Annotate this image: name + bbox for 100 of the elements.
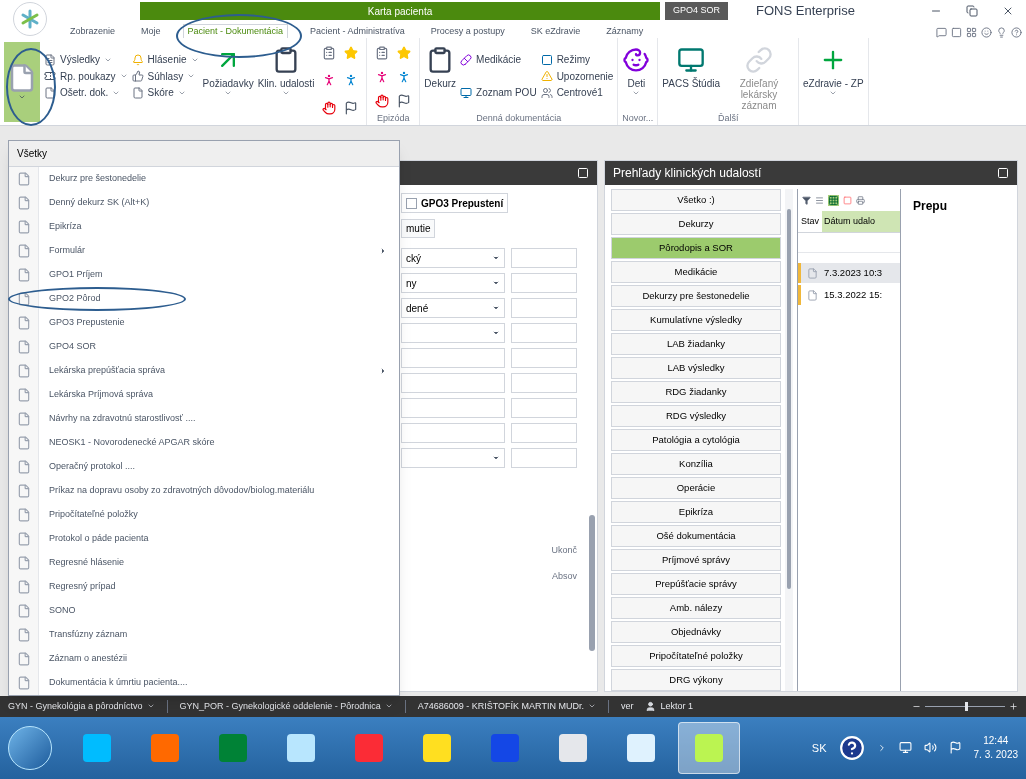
language-indicator[interactable]: SK bbox=[811, 739, 827, 756]
input-field[interactable] bbox=[511, 448, 577, 468]
ribbon-button[interactable]: Rp. poukazy bbox=[44, 68, 128, 84]
ribbon-button[interactable]: Požiadavky bbox=[202, 42, 254, 122]
checkbox[interactable] bbox=[406, 197, 417, 209]
category-button[interactable]: Kumulatívne výsledky bbox=[611, 309, 781, 331]
menu-item[interactable]: Formulár bbox=[9, 239, 399, 263]
menu-item[interactable]: Lekárska Príjmová správa bbox=[9, 383, 399, 407]
window-icon[interactable] bbox=[951, 27, 962, 38]
ribbon-tab[interactable]: Procesy a postupy bbox=[426, 24, 509, 38]
column-header[interactable]: Stav bbox=[798, 214, 822, 229]
menu-item[interactable]: Regresný prípad bbox=[9, 575, 399, 599]
slider-thumb[interactable] bbox=[965, 701, 968, 711]
network-icon[interactable] bbox=[898, 741, 912, 755]
menu-item[interactable]: Lekárska prepúšťacia správa bbox=[9, 359, 399, 383]
menu-item[interactable]: SONO bbox=[9, 599, 399, 623]
ribbon-tab[interactable]: Moje bbox=[137, 24, 165, 38]
restore-icon[interactable] bbox=[966, 5, 978, 17]
input-field[interactable] bbox=[511, 248, 577, 268]
table-row[interactable]: 7.3.2023 10:3 bbox=[798, 263, 900, 283]
user-label[interactable]: Lektor 1 bbox=[645, 699, 693, 713]
ribbon-button[interactable]: Výsledky bbox=[44, 52, 128, 67]
input-field[interactable] bbox=[401, 423, 505, 443]
flag-icon[interactable] bbox=[948, 741, 962, 755]
status-item[interactable]: GYN - Gynekológia a pôrodníctvo bbox=[8, 699, 168, 713]
category-button[interactable]: RDG žiadanky bbox=[611, 381, 781, 403]
category-button[interactable]: Dekurzy pre šestonedelie bbox=[611, 285, 781, 307]
form-button[interactable]: mutie bbox=[401, 219, 436, 238]
input-field[interactable] bbox=[511, 273, 577, 293]
menu-item[interactable]: Denný dekurz SK (Alt+K) bbox=[9, 191, 399, 215]
dropdown-field[interactable]: cký bbox=[401, 248, 505, 268]
scrollbar[interactable] bbox=[787, 209, 791, 589]
document-tab[interactable]: GPO4 SOR bbox=[665, 2, 728, 20]
input-field[interactable] bbox=[511, 348, 577, 368]
smiley-icon[interactable] bbox=[981, 27, 992, 38]
menu-item[interactable]: Epikríza bbox=[9, 215, 399, 239]
category-button[interactable]: Amb. nálezy bbox=[611, 597, 781, 619]
ribbon-button[interactable]: Klin. udalosti bbox=[257, 42, 315, 122]
input-field[interactable] bbox=[401, 373, 505, 393]
menu-item[interactable]: GPO2 Pôrod bbox=[9, 287, 399, 311]
category-button[interactable]: Operácie bbox=[611, 477, 781, 499]
ribbon-button[interactable]: PACS Štúdia bbox=[662, 42, 720, 112]
volume-icon[interactable] bbox=[923, 741, 937, 755]
ribbon-button[interactable]: Skóre bbox=[131, 85, 199, 100]
input-field[interactable] bbox=[511, 298, 577, 318]
ribbon-button[interactable]: Hlásenie bbox=[131, 52, 199, 67]
input-field[interactable] bbox=[511, 398, 577, 418]
ribbon-button[interactable]: Deti bbox=[622, 42, 651, 112]
ribbon-button[interactable]: Ošetr. dok. bbox=[44, 85, 128, 100]
taskbar-app[interactable] bbox=[678, 721, 740, 774]
ribbon-tab[interactable]: Záznamy bbox=[602, 24, 648, 38]
ribbon-tab[interactable]: SK eZdravie bbox=[526, 24, 585, 38]
ribbon-tab[interactable]: Pacient - Administratíva bbox=[306, 24, 409, 38]
chat-icon[interactable] bbox=[936, 27, 947, 38]
ribbon-button[interactable]: Medikácie bbox=[460, 52, 537, 67]
lightbulb-icon[interactable] bbox=[996, 27, 1007, 38]
status-item[interactable]: A74686009 - KRIŠTOFÍK MARTIN MUDr. bbox=[417, 699, 609, 713]
grid-icon[interactable] bbox=[966, 27, 977, 38]
category-button[interactable]: Pôrodopis a SOR bbox=[611, 237, 781, 259]
column-header[interactable]: Dátum udalo bbox=[822, 211, 900, 232]
ribbon-button[interactable]: Upozornenie bbox=[540, 68, 614, 84]
status-item[interactable]: GYN_POR - Gynekologické oddelenie - Pôrodnica bbox=[179, 699, 406, 713]
category-button[interactable]: RDG výsledky bbox=[611, 405, 781, 427]
category-button[interactable]: Ošé dokumentácia bbox=[611, 525, 781, 547]
menu-item[interactable]: Návrhy na zdravotnú starostlivosť .... bbox=[9, 407, 399, 431]
print-icon[interactable] bbox=[856, 195, 865, 205]
ribbon-button[interactable]: eZdravie - ZP bbox=[803, 42, 864, 112]
category-button[interactable]: Epikríza bbox=[611, 501, 781, 523]
dropdown-field[interactable] bbox=[401, 448, 505, 468]
menu-item[interactable]: GPO3 Prepustenie bbox=[9, 311, 399, 335]
category-button[interactable]: Všetko :) bbox=[611, 189, 781, 211]
category-button[interactable]: LAB výsledky bbox=[611, 357, 781, 379]
ribbon-button[interactable]: Dekurz bbox=[424, 42, 457, 112]
menu-item[interactable]: Dokumentácia k úmrtiu pacienta.... bbox=[9, 671, 399, 695]
category-button[interactable]: Príjmové správy bbox=[611, 549, 781, 571]
ribbon-tab[interactable]: Zobrazenie bbox=[66, 24, 120, 38]
zoom-in-icon[interactable] bbox=[1009, 701, 1018, 711]
start-button[interactable] bbox=[8, 725, 52, 770]
menu-item[interactable]: GPO4 SOR bbox=[9, 335, 399, 359]
dropdown-field[interactable]: dené bbox=[401, 298, 505, 318]
menu-item[interactable]: GPO1 Príjem bbox=[9, 263, 399, 287]
category-button[interactable]: LAB žiadanky bbox=[611, 333, 781, 355]
ribbon-tab[interactable]: Pacient - Dokumentácia bbox=[182, 23, 289, 38]
ribbon-button[interactable]: Centrové1 bbox=[540, 85, 614, 100]
scrollbar[interactable] bbox=[589, 515, 595, 651]
input-field[interactable] bbox=[401, 348, 505, 368]
input-field[interactable] bbox=[511, 423, 577, 443]
menu-item[interactable]: Príkaz na dopravu osoby zo zdravotných dôvodov/biolog.materiálu bbox=[9, 479, 399, 503]
dropdown-field[interactable] bbox=[401, 323, 505, 343]
menu-item[interactable]: Dekurz pre šestonedelie bbox=[9, 167, 399, 191]
input-field[interactable] bbox=[401, 398, 505, 418]
close-icon[interactable] bbox=[1002, 5, 1014, 17]
menu-item[interactable]: Záznam o anestézii bbox=[9, 647, 399, 671]
menu-item[interactable]: Regresné hlásenie bbox=[9, 551, 399, 575]
maximize-icon[interactable] bbox=[997, 167, 1009, 179]
table-row[interactable]: 15.3.2022 15: bbox=[798, 285, 900, 305]
category-button[interactable]: Objednávky bbox=[611, 621, 781, 643]
category-button[interactable]: Dekurzy bbox=[611, 213, 781, 235]
filter-icon[interactable] bbox=[802, 195, 811, 205]
category-button[interactable]: DRG výkony bbox=[611, 669, 781, 691]
